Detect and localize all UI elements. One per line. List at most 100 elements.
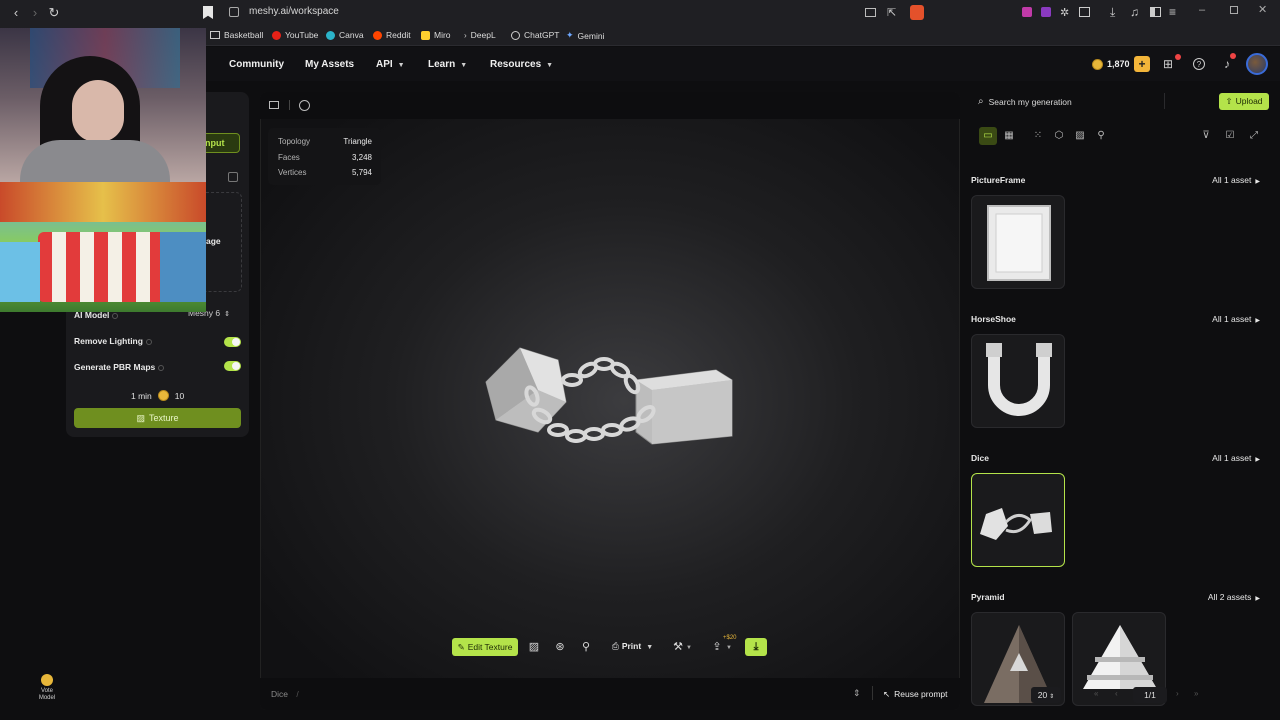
remove-lighting-toggle[interactable] xyxy=(224,337,241,347)
music-icon[interactable]: ♫ xyxy=(1130,5,1139,19)
prev-page-icon[interactable]: ‹ xyxy=(1115,689,1118,698)
filter-off-icon[interactable]: ⊽ xyxy=(1199,129,1213,143)
bookmark-deepl[interactable]: › DeepL xyxy=(464,30,496,40)
edit-texture-button[interactable]: ✎ Edit Texture xyxy=(452,638,518,656)
asset-thumbnail[interactable] xyxy=(971,334,1065,428)
chevron-down-icon: ▼ xyxy=(397,62,405,69)
generate-pbr-toggle[interactable] xyxy=(224,361,241,371)
gemini-icon: ✦ xyxy=(566,30,574,40)
puzzle-icon[interactable]: ✲ xyxy=(1060,6,1069,19)
next-page-icon[interactable]: › xyxy=(1176,689,1179,698)
extension-icon[interactable] xyxy=(1022,7,1032,17)
search-input[interactable]: ⌕ Search my generation xyxy=(978,96,1072,107)
category-title: Pyramid xyxy=(971,592,1005,602)
bookmark-basketball[interactable]: Basketball xyxy=(210,30,263,40)
stat-key: Vertices xyxy=(278,168,307,177)
notification-badge xyxy=(1230,53,1236,59)
upload-button[interactable]: ⇧ Upload xyxy=(1219,93,1269,110)
brave-shield-icon[interactable] xyxy=(910,5,924,20)
help-icon[interactable]: ? xyxy=(1193,58,1205,70)
asset-thumbnail-selected[interactable] xyxy=(971,473,1065,567)
cube-icon[interactable]: ⬡ xyxy=(1052,129,1066,143)
category-all-link[interactable]: All 1 asset ▶ xyxy=(1212,175,1260,185)
chevron-down-icon: ▼ xyxy=(646,644,654,651)
nav-community[interactable]: Community xyxy=(229,59,284,70)
chevron-down-icon: ▼ xyxy=(546,62,554,69)
info-icon xyxy=(158,364,165,371)
first-page-icon[interactable]: « xyxy=(1094,689,1098,698)
expand-prompt-icon[interactable]: ⇕ xyxy=(853,688,861,699)
reload-icon[interactable]: ↻ xyxy=(46,5,62,21)
tools-icon[interactable]: ⚒ xyxy=(671,640,685,654)
bookmark-reddit[interactable]: Reddit xyxy=(373,30,411,40)
generation-cost: 1 min 10 xyxy=(131,390,185,401)
gift-icon[interactable]: ⊞ xyxy=(1161,57,1175,71)
menu-icon[interactable]: ≡ xyxy=(1169,5,1176,19)
forward-icon[interactable]: › xyxy=(27,5,43,21)
reuse-prompt-button[interactable]: ↖ Reuse prompt xyxy=(883,689,948,700)
select-icon[interactable]: ☑ xyxy=(1223,129,1237,143)
category-all-link[interactable]: All 1 asset ▶ xyxy=(1212,453,1260,463)
vote-model-button[interactable]: Vote Model xyxy=(34,674,60,702)
back-icon[interactable]: ‹ xyxy=(8,5,24,21)
nav-api[interactable]: API ▼ xyxy=(376,59,405,70)
bookmark-youtube[interactable]: YouTube xyxy=(272,30,318,40)
viewer-topbar xyxy=(260,92,960,119)
bookmark-gemini[interactable]: ✦ Gemini xyxy=(566,30,604,41)
texture-pattern-icon[interactable]: ▨ xyxy=(527,640,541,654)
download-icon[interactable]: ⤓ xyxy=(1110,5,1115,20)
bookmark-canva[interactable]: Canva xyxy=(326,30,364,40)
remesh-icon[interactable]: ⊛ xyxy=(553,640,567,654)
horseshoe-icon xyxy=(986,343,1052,416)
avatar[interactable] xyxy=(1246,53,1268,75)
share-icon[interactable]: ⇱ xyxy=(887,6,896,19)
texture-button[interactable]: ▨ Texture xyxy=(74,408,241,428)
last-page-icon[interactable]: » xyxy=(1194,689,1198,698)
picture-frame-icon xyxy=(987,205,1051,281)
address-bar[interactable]: meshy.ai/workspace xyxy=(249,6,339,17)
sidebar-icon[interactable] xyxy=(1150,7,1161,17)
asset-thumbnail[interactable] xyxy=(971,195,1065,289)
divider xyxy=(289,100,290,110)
close-icon[interactable]: ✕ xyxy=(1258,3,1267,16)
extension-icon[interactable] xyxy=(1041,7,1051,17)
buy-credits-button[interactable]: + xyxy=(1134,56,1150,72)
stat-value: Triangle xyxy=(343,137,372,146)
chevron-down-icon: ▼ xyxy=(726,645,732,651)
settings-icon[interactable] xyxy=(228,172,238,182)
bell-icon[interactable]: ♪ xyxy=(1220,57,1234,71)
page-size-select[interactable]: 20 ⇕ xyxy=(1031,687,1061,703)
nav-my-assets[interactable]: My Assets xyxy=(305,59,354,70)
dice-chain-model xyxy=(485,347,733,445)
brush-icon: ✎ xyxy=(457,642,465,652)
coin-icon xyxy=(1092,58,1103,70)
nav-learn[interactable]: Learn ▼ xyxy=(428,59,467,70)
dots-grid-icon[interactable]: ⁙ xyxy=(1031,129,1045,143)
wallet-icon[interactable] xyxy=(1079,7,1090,17)
expand-icon[interactable]: ⤢ xyxy=(1247,129,1261,143)
export-icon[interactable]: ⇪ xyxy=(710,640,724,654)
info-icon xyxy=(145,338,152,345)
bookmark-chatgpt[interactable]: ChatGPT xyxy=(511,30,559,40)
site-info-icon[interactable] xyxy=(229,7,239,17)
animation-icon[interactable]: ⚲ xyxy=(1094,129,1108,143)
upload-icon: ⇧ xyxy=(1225,96,1233,106)
globe-icon[interactable] xyxy=(299,100,310,111)
grid-icon[interactable]: ▦ xyxy=(1002,129,1016,143)
screen-icon[interactable] xyxy=(865,8,876,17)
maximize-icon[interactable] xyxy=(1230,6,1238,14)
download-button[interactable]: ⤓ xyxy=(745,638,767,656)
rig-icon[interactable]: ⚲ xyxy=(579,640,593,654)
input-button[interactable]: nput xyxy=(200,133,240,153)
category-all-link[interactable]: All 1 asset ▶ xyxy=(1212,314,1260,324)
texture-pattern-icon[interactable]: ▨ xyxy=(1073,129,1087,143)
bookmark-miro[interactable]: Miro xyxy=(421,30,451,40)
texture-icon: ▨ xyxy=(136,413,145,423)
category-all-link[interactable]: All 2 assets ▶ xyxy=(1208,592,1260,602)
print-button[interactable]: ⎙ Print ▼ xyxy=(612,641,653,652)
category-title: HorseShoe xyxy=(971,314,1016,324)
monitor-icon[interactable] xyxy=(269,101,279,109)
nav-resources[interactable]: Resources ▼ xyxy=(490,59,553,70)
minimize-icon[interactable]: – xyxy=(1199,4,1205,16)
credits-display[interactable]: 1,870 xyxy=(1092,56,1130,72)
